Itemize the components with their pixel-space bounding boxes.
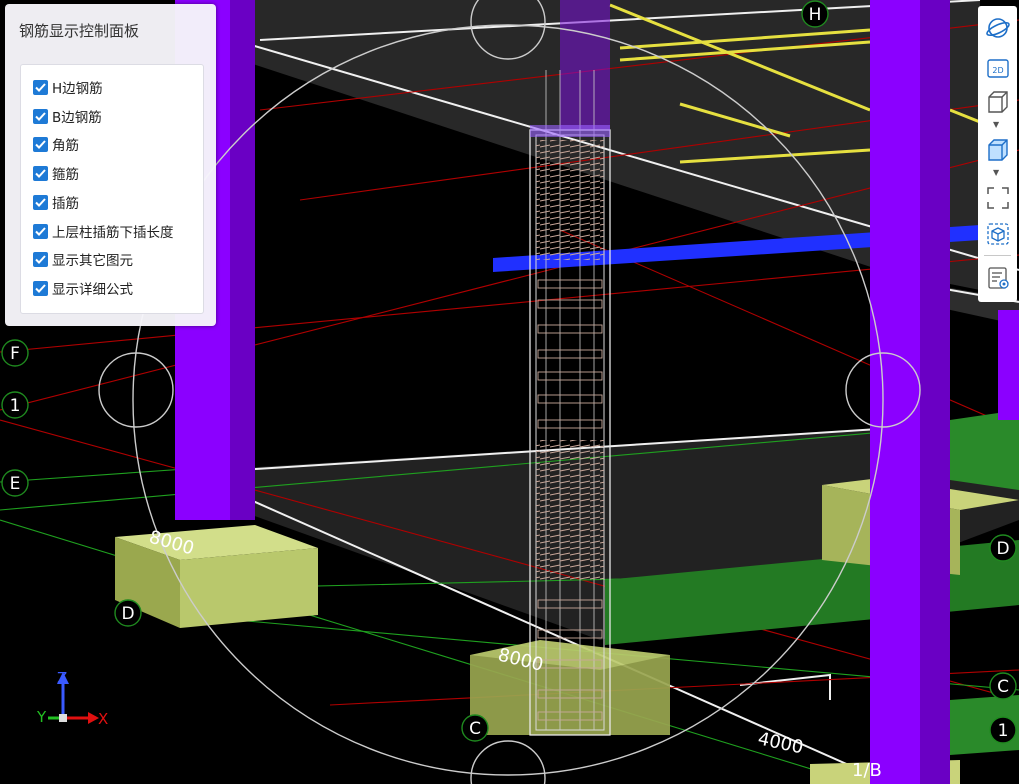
column-far-right [998,310,1019,420]
fullscreen-icon[interactable] [982,182,1013,213]
column-top-center [560,0,610,130]
checkbox-checked-icon[interactable] [33,251,48,267]
option-upper-dowel-length[interactable]: 上层柱插筋下插长度 [33,220,174,242]
checkbox-checked-icon[interactable] [33,280,48,296]
option-h-edge-rebar[interactable]: H边钢筋 [33,76,103,98]
checkbox-checked-icon[interactable] [33,108,48,124]
foundation-left [115,525,318,628]
checkbox-checked-icon[interactable] [33,79,48,95]
2d-icon[interactable]: 2D [982,52,1013,83]
cube-wireframe-icon[interactable] [982,86,1013,117]
axis-label-1: 1 [10,396,21,416]
option-dowel-rebar[interactable]: 插筋 [33,191,79,213]
axis-label-1-right: 1 [998,721,1009,741]
option-b-edge-rebar[interactable]: B边钢筋 [33,105,102,127]
box-view-icon[interactable] [982,218,1013,249]
option-show-detailed-formula[interactable]: 显示详细公式 [33,277,133,299]
toolbar-divider [984,255,1011,256]
axis-x-label: X [98,710,108,728]
axes-gizmo: Z Y X [36,669,108,728]
checkbox-checked-icon[interactable] [33,223,48,239]
axis-label-f: F [10,344,20,364]
checkbox-checked-icon[interactable] [33,194,48,210]
axis-label-h: H [809,5,822,25]
axis-y-label: Y [36,708,47,726]
chevron-down-icon[interactable]: ▼ [993,120,999,129]
axis-label-e: E [10,474,21,494]
axis-label-d-right: D [996,539,1009,559]
view-toolbar: 2D ▼ ▼ [978,6,1017,302]
properties-view-icon[interactable] [982,262,1013,293]
chevron-down-icon[interactable]: ▼ [993,168,999,177]
axis-label-c-right: C [997,677,1009,697]
checkbox-checked-icon[interactable] [33,165,48,181]
rebar-display-control-panel: 钢筋显示控制面板 H边钢筋 B边钢筋 角筋 箍筋 插筋 上层柱插筋下插长度 显示… [5,4,216,326]
axis-label-c-bottom: C [469,719,481,739]
option-corner-rebar[interactable]: 角筋 [33,133,79,155]
option-stirrup[interactable]: 箍筋 [33,162,79,184]
axis-label-d-left: D [121,604,134,624]
panel-title: 钢筋显示控制面板 [19,22,140,40]
dimension-1b: 1/B [852,760,882,781]
axis-z-label: Z [57,669,67,687]
option-show-other-elements[interactable]: 显示其它图元 [33,248,133,270]
panel-options-box: H边钢筋 B边钢筋 角筋 箍筋 插筋 上层柱插筋下插长度 显示其它图元 显示详细… [20,64,204,314]
cube-solid-icon[interactable] [982,134,1013,165]
svg-text:2D: 2D [992,66,1003,75]
checkbox-checked-icon[interactable] [33,136,48,152]
orbit-icon[interactable] [982,12,1013,43]
column-right [870,0,950,784]
green-beam-right-top [950,410,1019,490]
